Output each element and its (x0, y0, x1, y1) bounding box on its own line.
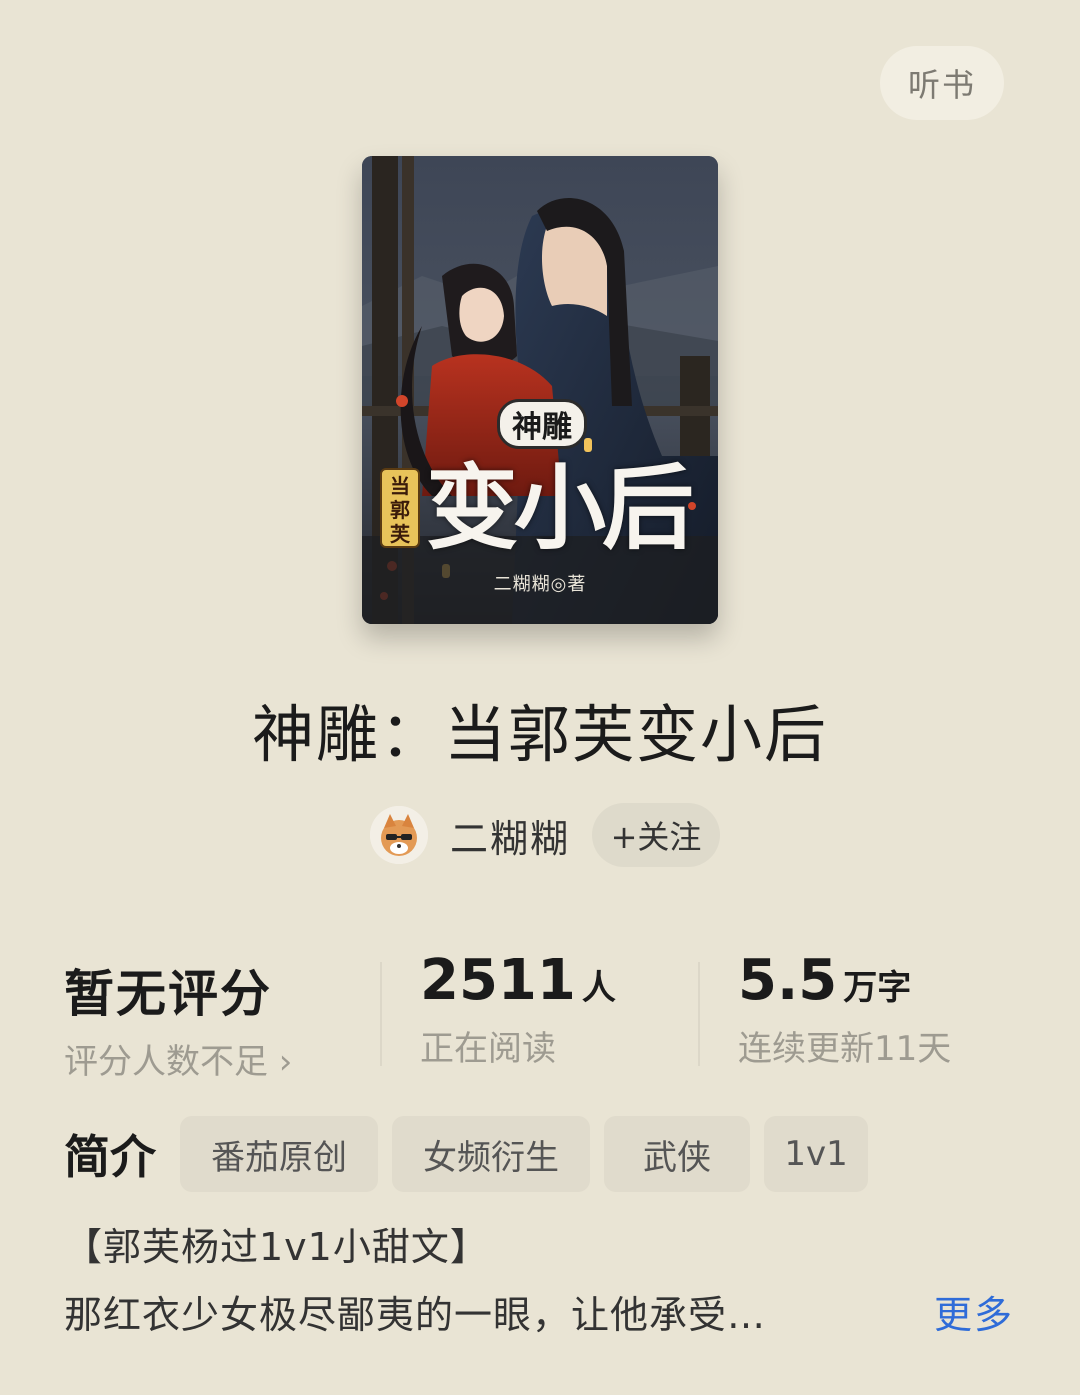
readers-value-wrap: 2511 人 (420, 948, 616, 1013)
readers-unit: 人 (581, 968, 616, 1008)
listen-book-button[interactable]: 听书 (880, 46, 1004, 120)
tag-chip[interactable]: 1v1 (764, 1116, 868, 1192)
intro-label: 简介 (64, 1130, 156, 1184)
readers-value: 2511 (420, 948, 576, 1013)
stats-divider (380, 962, 382, 1066)
book-title: 神雕：当郭芙变小后 (251, 698, 828, 771)
readers-sub: 正在阅读 (420, 1029, 556, 1069)
readers-stat: 2511 人 正在阅读 (420, 948, 616, 1070)
words-value-wrap: 5.5 万字 (738, 948, 951, 1013)
stats-divider (698, 962, 700, 1066)
words-sub: 连续更新11天 (738, 1029, 952, 1069)
more-link[interactable]: 更多 (934, 1284, 1014, 1339)
rating-value: 暂无评分 (64, 965, 272, 1023)
author-name[interactable]: 二糊糊 (450, 808, 570, 863)
follow-button[interactable]: +关注 (592, 803, 721, 867)
tag-chip[interactable]: 女频衍生 (392, 1116, 590, 1192)
tag-chip[interactable]: 武侠 (604, 1116, 750, 1192)
words-unit: 万字 (843, 968, 912, 1008)
intro-text-line1: 【郭芙杨过1v1小甜文】 (64, 1225, 489, 1269)
cover-author-line: 二糊糊◎著 (493, 574, 587, 595)
author-row: 二糊糊 +关注 (370, 800, 721, 870)
rating-stat[interactable]: 暂无评分 评分人数不足 › (64, 948, 292, 1083)
avatar[interactable] (370, 806, 428, 864)
words-value: 5.5 (738, 948, 838, 1013)
avatar-icon (370, 806, 428, 864)
book-cover[interactable]: 神雕 当郭芙 变小后 二糊糊◎著 (362, 156, 718, 624)
rating-sub: 评分人数不足 › (64, 1042, 293, 1082)
stats-bar: 暂无评分 评分人数不足 › 2511 人 正在阅读 5.5 万字 连续更新11天 (0, 948, 1080, 1082)
intro-header: 简介 番茄原创 女频衍生 武侠 1v1 (64, 1116, 882, 1192)
intro-text-line2: 那红衣少女极尽鄙夷的一眼，让他承受… (64, 1293, 767, 1337)
tag-chip[interactable]: 番茄原创 (180, 1116, 378, 1192)
words-stat: 5.5 万字 连续更新11天 (738, 948, 951, 1070)
cover-tag: 当郭芙 (380, 468, 420, 548)
cover-title-big: 变小后 (426, 454, 694, 562)
